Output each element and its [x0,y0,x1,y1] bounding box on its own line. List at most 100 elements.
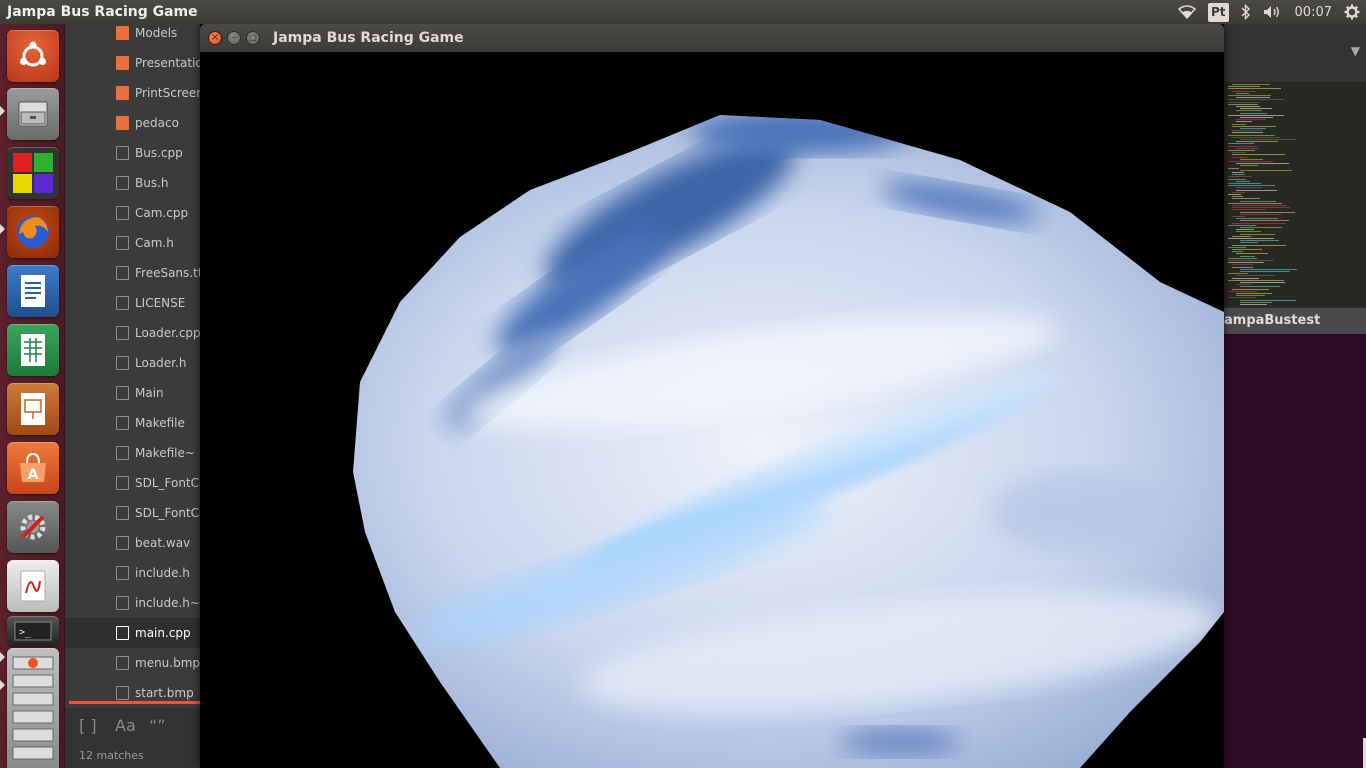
files-icon[interactable] [7,88,59,140]
minimap-line [1228,167,1239,169]
minimap-line [1228,88,1281,90]
file-item[interactable]: Makefile [65,408,200,438]
minimize-button[interactable]: – [227,31,241,45]
minimap-line [1240,240,1279,242]
stacked-apps-icon[interactable] [7,648,59,768]
file-name: start.bmp [135,686,194,700]
minimap-line [1240,301,1272,303]
libreoffice-writer-icon[interactable] [7,265,59,317]
file-item[interactable]: Loader.cpp [65,318,200,348]
file-item[interactable]: Main [65,378,200,408]
file-item[interactable]: SDL_FontCa [65,468,200,498]
folder-icon [116,56,129,70]
minimap-line [1228,290,1257,292]
minimap-line [1236,187,1262,189]
file-name: include.h~ [135,596,200,610]
chevron-down-icon[interactable]: ▼ [1351,44,1360,58]
find-bar-accent [69,701,200,704]
file-item[interactable]: LICENSE [65,288,200,318]
minimap-line [1240,200,1276,202]
minimap-line [1236,189,1277,191]
file-item[interactable]: Cam.h [65,228,200,258]
active-app-title: Jampa Bus Racing Game [7,4,198,20]
document-viewer-icon[interactable] [7,560,59,612]
minimap-line [1232,90,1256,92]
file-item[interactable]: menu.bmp [65,648,200,678]
session-gear-icon[interactable] [1344,0,1360,24]
minimap-line [1232,130,1263,132]
firefox-icon[interactable] [7,206,59,258]
minimap-line [1240,220,1289,222]
file-item[interactable]: Loader.h [65,348,200,378]
matches-count: 12 matches [79,749,144,762]
file-item[interactable]: SDL_FontCa [65,498,200,528]
workspaces-icon[interactable] [7,147,59,199]
minimap-line [1232,198,1260,200]
file-item[interactable]: Bus.h [65,168,200,198]
minimap-line [1232,205,1287,206]
window-titlebar[interactable]: × – □ Jampa Bus Racing Game [200,24,1224,52]
system-settings-icon[interactable] [7,501,59,553]
minimap-line [1240,242,1258,244]
file-item[interactable]: beat.wav [65,528,200,558]
file-name: pedaco [135,116,179,130]
clock[interactable]: 00:07 [1295,0,1332,24]
file-item[interactable]: Models [65,24,200,48]
file-item[interactable]: main.cpp [65,618,200,648]
terminal-title: ampaBustest [1224,308,1366,334]
file-icon [116,266,129,280]
minimap-line [1228,224,1256,226]
close-button[interactable]: × [208,31,222,45]
file-item[interactable]: PrintScreen [65,78,200,108]
minimap-line [1236,106,1260,107]
minimap-line [1240,282,1285,283]
minimap-line [1228,194,1241,195]
file-item[interactable]: include.h [65,558,200,588]
minimap-line [1232,123,1246,125]
file-icon [116,356,129,370]
folder-icon [116,116,129,130]
minimap-line [1240,211,1295,213]
minimap-line [1228,257,1257,259]
game-viewport[interactable] [200,52,1224,768]
code-minimap[interactable] [1224,82,1366,306]
minimap-line [1228,202,1282,204]
code-file-icon [116,326,129,340]
code-file-icon [116,146,129,160]
libreoffice-calc-icon[interactable] [7,324,59,376]
file-item[interactable]: Bus.cpp [65,138,200,168]
file-icon [116,596,129,610]
minimap-line [1232,125,1276,127]
file-item[interactable]: pedaco [65,108,200,138]
software-center-icon[interactable]: A [7,442,59,494]
libreoffice-impress-icon[interactable] [7,383,59,435]
minimap-line [1236,97,1270,99]
maximize-button[interactable]: □ [246,31,260,45]
terminal-body[interactable] [1224,334,1366,768]
wifi-icon[interactable] [1178,0,1196,24]
file-name: FreeSans.tt [135,266,200,280]
minimap-line [1232,136,1280,138]
file-item[interactable]: Presentatio [65,48,200,78]
file-item[interactable]: Cam.cpp [65,198,200,228]
minimap-line [1240,286,1280,288]
terminal-icon[interactable]: >_ [7,616,59,646]
minimap-line [1240,117,1273,118]
case-toggle[interactable]: Aa [115,716,136,735]
file-icon [116,416,129,430]
file-item[interactable]: include.h~ [65,588,200,618]
keyboard-layout-indicator[interactable]: Pt [1208,2,1229,22]
bluetooth-icon[interactable] [1241,0,1251,24]
whole-word-toggle[interactable]: “” [149,716,166,735]
minimap-line [1240,108,1272,110]
ubuntu-dash-icon[interactable] [7,30,59,82]
volume-icon[interactable] [1263,0,1283,24]
minimap-line [1228,297,1256,299]
file-item[interactable]: FreeSans.tt [65,258,200,288]
minimap-line [1240,169,1292,171]
minimap-line [1232,132,1263,134]
minimap-line [1232,244,1286,246]
file-item[interactable]: Makefile~ [65,438,200,468]
regex-toggle[interactable]: [ ] [79,716,97,735]
file-icon [116,386,129,400]
